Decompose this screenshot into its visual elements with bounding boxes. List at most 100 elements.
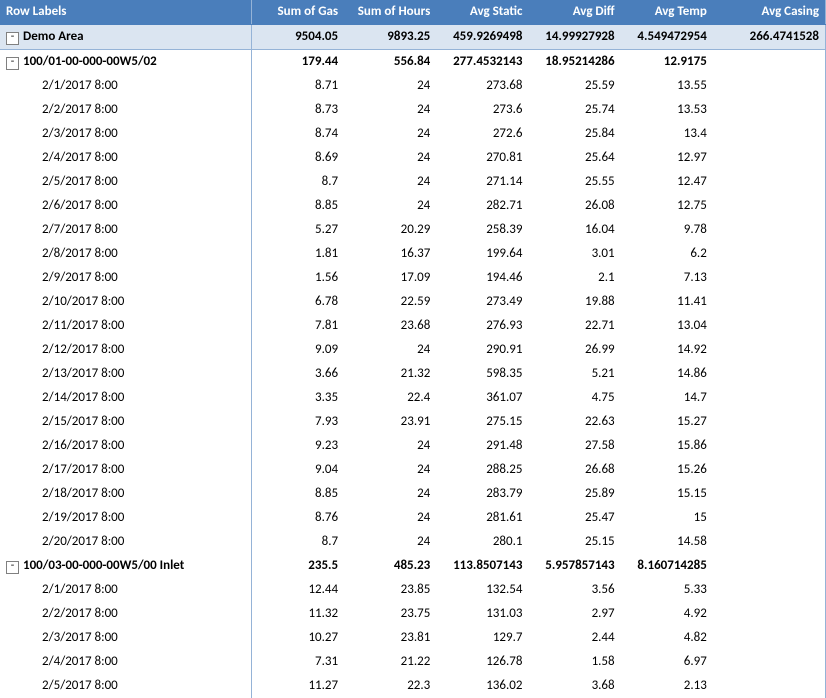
value-cell[interactable]: 19.88 — [528, 290, 620, 314]
detail-row[interactable]: 2/2/2017 8:0011.3223.75131.032.974.92 — [0, 602, 826, 626]
value-cell[interactable]: 25.15 — [528, 530, 620, 554]
detail-row[interactable]: 2/1/2017 8:008.7124273.6825.5913.55 — [0, 74, 826, 98]
value-cell[interactable]: 8.7 — [252, 530, 344, 554]
value-cell[interactable]: 24 — [344, 98, 436, 122]
value-cell[interactable]: 5.957857143 — [528, 554, 620, 578]
value-cell[interactable]: 25.84 — [528, 122, 620, 146]
value-cell[interactable] — [713, 482, 826, 506]
detail-row[interactable]: 2/19/2017 8:008.7624281.6125.4715 — [0, 506, 826, 530]
detail-row-label[interactable]: 2/6/2017 8:00 — [0, 194, 252, 218]
value-cell[interactable] — [713, 626, 826, 650]
value-cell[interactable]: 11.41 — [621, 290, 713, 314]
value-cell[interactable]: 8.7 — [252, 170, 344, 194]
value-cell[interactable]: 283.79 — [436, 482, 528, 506]
value-cell[interactable]: 12.75 — [621, 194, 713, 218]
detail-row-label[interactable]: 2/5/2017 8:00 — [0, 674, 252, 698]
value-cell[interactable]: 8.73 — [252, 98, 344, 122]
value-cell[interactable]: 273.68 — [436, 74, 528, 98]
value-cell[interactable]: 3.68 — [528, 674, 620, 698]
value-cell[interactable]: 25.89 — [528, 482, 620, 506]
value-cell[interactable] — [713, 290, 826, 314]
value-cell[interactable]: 10.27 — [252, 626, 344, 650]
value-cell[interactable]: 24 — [344, 170, 436, 194]
value-cell[interactable]: 12.97 — [621, 146, 713, 170]
detail-row[interactable]: 2/1/2017 8:0012.4423.85132.543.565.33 — [0, 578, 826, 602]
value-cell[interactable]: 15.15 — [621, 482, 713, 506]
detail-row-label[interactable]: 2/3/2017 8:00 — [0, 626, 252, 650]
value-cell[interactable]: 24 — [344, 338, 436, 362]
value-cell[interactable]: 1.56 — [252, 266, 344, 290]
value-cell[interactable]: 25.47 — [528, 506, 620, 530]
value-cell[interactable]: 270.81 — [436, 146, 528, 170]
value-cell[interactable]: 9893.25 — [344, 25, 436, 50]
detail-row-label[interactable]: 2/16/2017 8:00 — [0, 434, 252, 458]
value-cell[interactable]: 4.75 — [528, 386, 620, 410]
value-cell[interactable]: 21.22 — [344, 650, 436, 674]
value-cell[interactable]: 272.6 — [436, 122, 528, 146]
area-row-label[interactable]: -Demo Area — [0, 25, 252, 50]
value-cell[interactable]: 15.26 — [621, 458, 713, 482]
detail-row[interactable]: 2/2/2017 8:008.7324273.625.7413.53 — [0, 98, 826, 122]
value-cell[interactable]: 9.78 — [621, 218, 713, 242]
collapse-icon[interactable]: - — [6, 57, 19, 70]
value-cell[interactable] — [713, 194, 826, 218]
detail-row-label[interactable]: 2/8/2017 8:00 — [0, 242, 252, 266]
detail-row[interactable]: 2/3/2017 8:008.7424272.625.8413.4 — [0, 122, 826, 146]
value-cell[interactable]: 22.4 — [344, 386, 436, 410]
value-cell[interactable] — [713, 122, 826, 146]
value-cell[interactable]: 6.78 — [252, 290, 344, 314]
value-cell[interactable]: 18.95214286 — [528, 50, 620, 75]
value-cell[interactable]: 2.44 — [528, 626, 620, 650]
value-cell[interactable]: 291.48 — [436, 434, 528, 458]
value-cell[interactable]: 15.27 — [621, 410, 713, 434]
value-cell[interactable]: 9.23 — [252, 434, 344, 458]
value-cell[interactable]: 24 — [344, 122, 436, 146]
detail-row[interactable]: 2/15/2017 8:007.9323.91275.1522.6315.27 — [0, 410, 826, 434]
value-cell[interactable] — [713, 386, 826, 410]
value-cell[interactable]: 26.08 — [528, 194, 620, 218]
value-cell[interactable]: 25.74 — [528, 98, 620, 122]
detail-row-label[interactable]: 2/7/2017 8:00 — [0, 218, 252, 242]
value-cell[interactable]: 17.09 — [344, 266, 436, 290]
value-cell[interactable]: 113.8507143 — [436, 554, 528, 578]
detail-row[interactable]: 2/7/2017 8:005.2720.29258.3916.049.78 — [0, 218, 826, 242]
value-cell[interactable]: 24 — [344, 146, 436, 170]
value-cell[interactable]: 7.81 — [252, 314, 344, 338]
header-avg-temp[interactable]: Avg Temp — [621, 0, 713, 25]
value-cell[interactable]: 4.549472954 — [621, 25, 713, 50]
detail-row-label[interactable]: 2/12/2017 8:00 — [0, 338, 252, 362]
value-cell[interactable]: 14.86 — [621, 362, 713, 386]
value-cell[interactable]: 3.66 — [252, 362, 344, 386]
value-cell[interactable] — [713, 530, 826, 554]
detail-row[interactable]: 2/4/2017 8:008.6924270.8125.6412.97 — [0, 146, 826, 170]
detail-row[interactable]: 2/14/2017 8:003.3522.4361.074.7514.7 — [0, 386, 826, 410]
detail-row[interactable]: 2/6/2017 8:008.8524282.7126.0812.75 — [0, 194, 826, 218]
value-cell[interactable]: 288.25 — [436, 458, 528, 482]
value-cell[interactable]: 275.15 — [436, 410, 528, 434]
value-cell[interactable]: 24 — [344, 74, 436, 98]
value-cell[interactable]: 14.92 — [621, 338, 713, 362]
detail-row-label[interactable]: 2/17/2017 8:00 — [0, 458, 252, 482]
value-cell[interactable]: 26.99 — [528, 338, 620, 362]
value-cell[interactable]: 3.56 — [528, 578, 620, 602]
value-cell[interactable]: 23.85 — [344, 578, 436, 602]
detail-row-label[interactable]: 2/4/2017 8:00 — [0, 650, 252, 674]
detail-row[interactable]: 2/5/2017 8:008.724271.1425.5512.47 — [0, 170, 826, 194]
value-cell[interactable] — [713, 338, 826, 362]
value-cell[interactable]: 9504.05 — [252, 25, 344, 50]
value-cell[interactable]: 11.32 — [252, 602, 344, 626]
detail-row-label[interactable]: 2/11/2017 8:00 — [0, 314, 252, 338]
well-row-label[interactable]: -100/03-00-000-00W5/00 Inlet — [0, 554, 252, 578]
value-cell[interactable]: 8.160714285 — [621, 554, 713, 578]
value-cell[interactable]: 271.14 — [436, 170, 528, 194]
value-cell[interactable] — [713, 218, 826, 242]
value-cell[interactable]: 24 — [344, 434, 436, 458]
value-cell[interactable]: 24 — [344, 458, 436, 482]
detail-row[interactable]: 2/18/2017 8:008.8524283.7925.8915.15 — [0, 482, 826, 506]
value-cell[interactable]: 14.58 — [621, 530, 713, 554]
header-avg-static[interactable]: Avg Static — [436, 0, 528, 25]
value-cell[interactable] — [713, 242, 826, 266]
value-cell[interactable]: 14.7 — [621, 386, 713, 410]
value-cell[interactable]: 24 — [344, 194, 436, 218]
value-cell[interactable]: 8.85 — [252, 194, 344, 218]
